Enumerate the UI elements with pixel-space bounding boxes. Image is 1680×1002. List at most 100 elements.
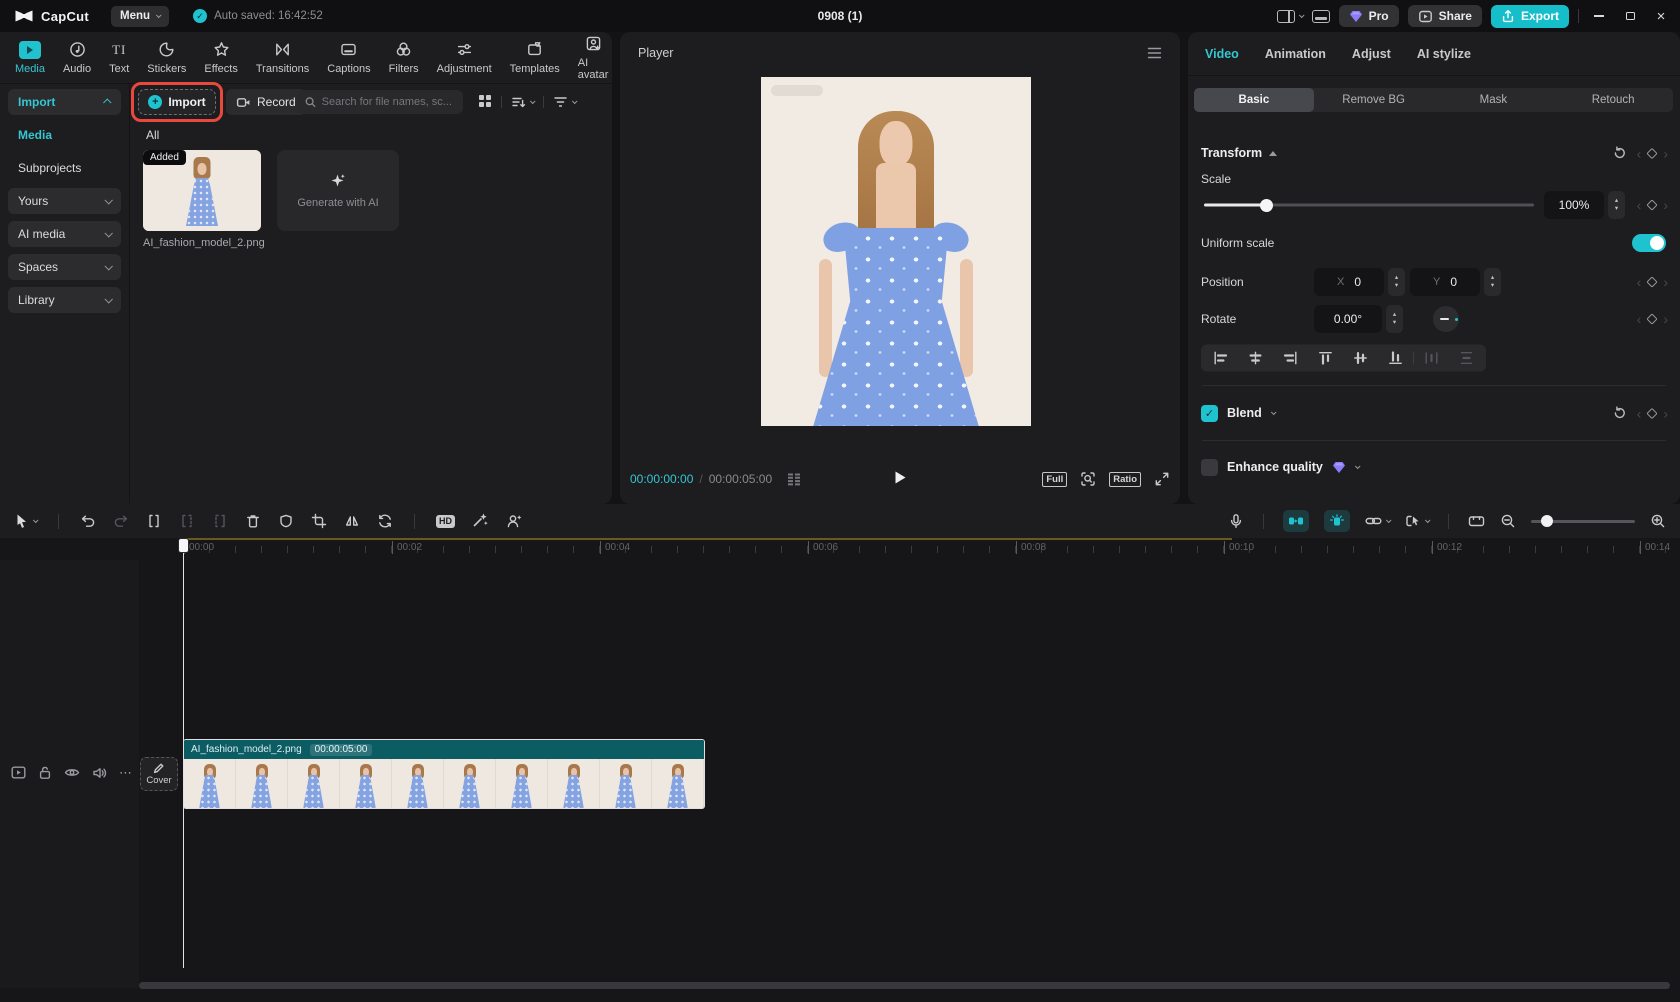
select-tool-button[interactable]: [14, 513, 39, 529]
scale-value-input[interactable]: 100%: [1544, 191, 1604, 219]
mark-button[interactable]: [278, 513, 294, 529]
panel-toggle-button[interactable]: [1311, 9, 1330, 23]
undo-button[interactable]: [80, 513, 96, 529]
sidebar-item-yours[interactable]: Yours: [8, 188, 121, 214]
keyframe-add-icon[interactable]: [1646, 276, 1658, 288]
filter-tab-all[interactable]: All: [146, 128, 159, 142]
fullscreen-icon[interactable]: [1154, 471, 1170, 487]
sidebar-item-media[interactable]: Media: [8, 122, 121, 148]
tab-animation[interactable]: Animation: [1265, 47, 1326, 61]
chevron-down-icon[interactable]: [1354, 463, 1361, 470]
generate-with-ai-card[interactable]: Generate with AI: [277, 150, 399, 231]
position-y-input[interactable]: Y0: [1410, 268, 1480, 296]
align-center-vertical-button[interactable]: [1343, 345, 1378, 372]
tab-video[interactable]: Video: [1205, 47, 1239, 61]
link-button[interactable]: [1365, 514, 1392, 528]
export-button[interactable]: Export: [1490, 4, 1569, 28]
hd-badge[interactable]: HD: [436, 514, 455, 528]
media-thumbnail[interactable]: Added: [143, 150, 261, 231]
select-mode-button[interactable]: [1405, 514, 1431, 529]
extract-person-button[interactable]: [506, 513, 523, 529]
keyframe-next-icon[interactable]: ›: [1663, 312, 1668, 326]
toolbar-tab-captions[interactable]: Captions: [318, 32, 379, 83]
keyframe-next-icon[interactable]: ›: [1663, 406, 1668, 420]
menu-button[interactable]: Menu: [111, 5, 170, 27]
blend-checkbox[interactable]: ✓: [1201, 404, 1218, 422]
rotate-knob[interactable]: [1433, 306, 1459, 332]
toolbar-tab-templates[interactable]: Templates: [501, 32, 569, 83]
share-button[interactable]: Share: [1407, 5, 1482, 27]
position-x-input[interactable]: X0: [1314, 268, 1384, 296]
align-left-button[interactable]: [1203, 345, 1238, 372]
frame-view-icon[interactable]: [786, 473, 802, 486]
sort-button[interactable]: [511, 95, 536, 109]
preview-image[interactable]: [761, 77, 1031, 426]
more-icon[interactable]: ⋯: [119, 766, 133, 779]
subtab-retouch[interactable]: Retouch: [1553, 88, 1673, 112]
subtab-mask[interactable]: Mask: [1434, 88, 1554, 112]
keyframe-prev-icon[interactable]: ‹: [1637, 146, 1642, 160]
keyframe-prev-icon[interactable]: ‹: [1637, 312, 1642, 326]
eye-icon[interactable]: [64, 766, 80, 779]
mute-icon[interactable]: [92, 766, 107, 780]
scale-stepper[interactable]: ▴ ▾: [1608, 191, 1625, 219]
keyframe-prev-icon[interactable]: ‹: [1637, 406, 1642, 420]
distribute-horizontal-button[interactable]: [1414, 345, 1449, 372]
close-button[interactable]: ×: [1650, 5, 1672, 27]
import-button[interactable]: + Import: [138, 89, 216, 115]
uniform-scale-toggle[interactable]: [1632, 234, 1666, 252]
maximize-button[interactable]: [1619, 5, 1641, 27]
mirror-button[interactable]: [344, 513, 360, 529]
keyframe-add-icon[interactable]: [1646, 407, 1658, 419]
delete-button[interactable]: [245, 513, 261, 529]
playhead-handle[interactable]: [178, 538, 189, 553]
chevron-down-icon[interactable]: [1270, 409, 1277, 416]
redo-button[interactable]: [113, 513, 129, 529]
grid-view-button[interactable]: [478, 94, 492, 111]
distribute-vertical-button[interactable]: [1449, 345, 1484, 372]
split-button[interactable]: [146, 513, 162, 529]
preview-axis-button[interactable]: [1324, 510, 1350, 532]
subtab-basic[interactable]: Basic: [1194, 88, 1314, 112]
ratio-button[interactable]: Ratio: [1109, 471, 1141, 487]
minimize-button[interactable]: [1588, 5, 1610, 27]
playhead[interactable]: [176, 538, 191, 968]
cover-button[interactable]: Cover: [140, 757, 178, 791]
align-bottom-button[interactable]: [1378, 345, 1413, 372]
toolbar-tab-filters[interactable]: Filters: [380, 32, 428, 83]
timeline-scrollbar[interactable]: [139, 982, 1670, 989]
player-menu-icon[interactable]: [1147, 47, 1162, 59]
search-box[interactable]: [297, 90, 463, 114]
timeline-zoom-slider[interactable]: [1531, 515, 1635, 527]
collapse-icon[interactable]: [1269, 151, 1278, 156]
toolbar-tab-media[interactable]: Media: [6, 32, 54, 83]
toolbar-tab-transitions[interactable]: Transitions: [247, 32, 318, 83]
keyframe-prev-icon[interactable]: ‹: [1637, 275, 1642, 289]
zoom-slider-handle[interactable]: [1541, 515, 1553, 527]
toolbar-tab-text[interactable]: TI Text: [100, 32, 138, 83]
keyframe-add-icon[interactable]: [1646, 199, 1658, 211]
reset-icon[interactable]: [1612, 406, 1627, 421]
align-top-button[interactable]: [1308, 345, 1343, 372]
record-button[interactable]: Record: [226, 89, 306, 115]
render-preview-button[interactable]: [1468, 514, 1485, 528]
keyframe-prev-icon[interactable]: ‹: [1637, 198, 1642, 212]
zoom-fit-icon[interactable]: [1080, 471, 1096, 487]
timeline[interactable]: 00:00 00:02 00:04 00:06 00:08 00:10 00:1…: [0, 538, 1680, 1002]
position-y-stepper[interactable]: ▴ ▾: [1484, 268, 1501, 296]
tab-ai-stylize[interactable]: AI stylize: [1417, 47, 1471, 61]
keyframe-add-icon[interactable]: [1646, 313, 1658, 325]
reset-icon[interactable]: [1612, 146, 1627, 161]
keyframe-next-icon[interactable]: ›: [1663, 198, 1668, 212]
scale-slider-handle[interactable]: [1260, 198, 1273, 212]
full-button[interactable]: Full: [1042, 471, 1068, 487]
scale-slider[interactable]: [1204, 198, 1534, 212]
filter-button[interactable]: [553, 95, 578, 109]
rotate-stepper[interactable]: ▴ ▾: [1386, 305, 1403, 333]
sidebar-item-import[interactable]: Import: [8, 89, 121, 115]
rotate-input[interactable]: 0.00°: [1314, 305, 1382, 333]
align-center-horizontal-button[interactable]: [1238, 345, 1273, 372]
magic-tools-button[interactable]: [472, 512, 489, 531]
lock-icon[interactable]: [38, 765, 52, 780]
sidebar-item-subprojects[interactable]: Subprojects: [8, 155, 121, 181]
